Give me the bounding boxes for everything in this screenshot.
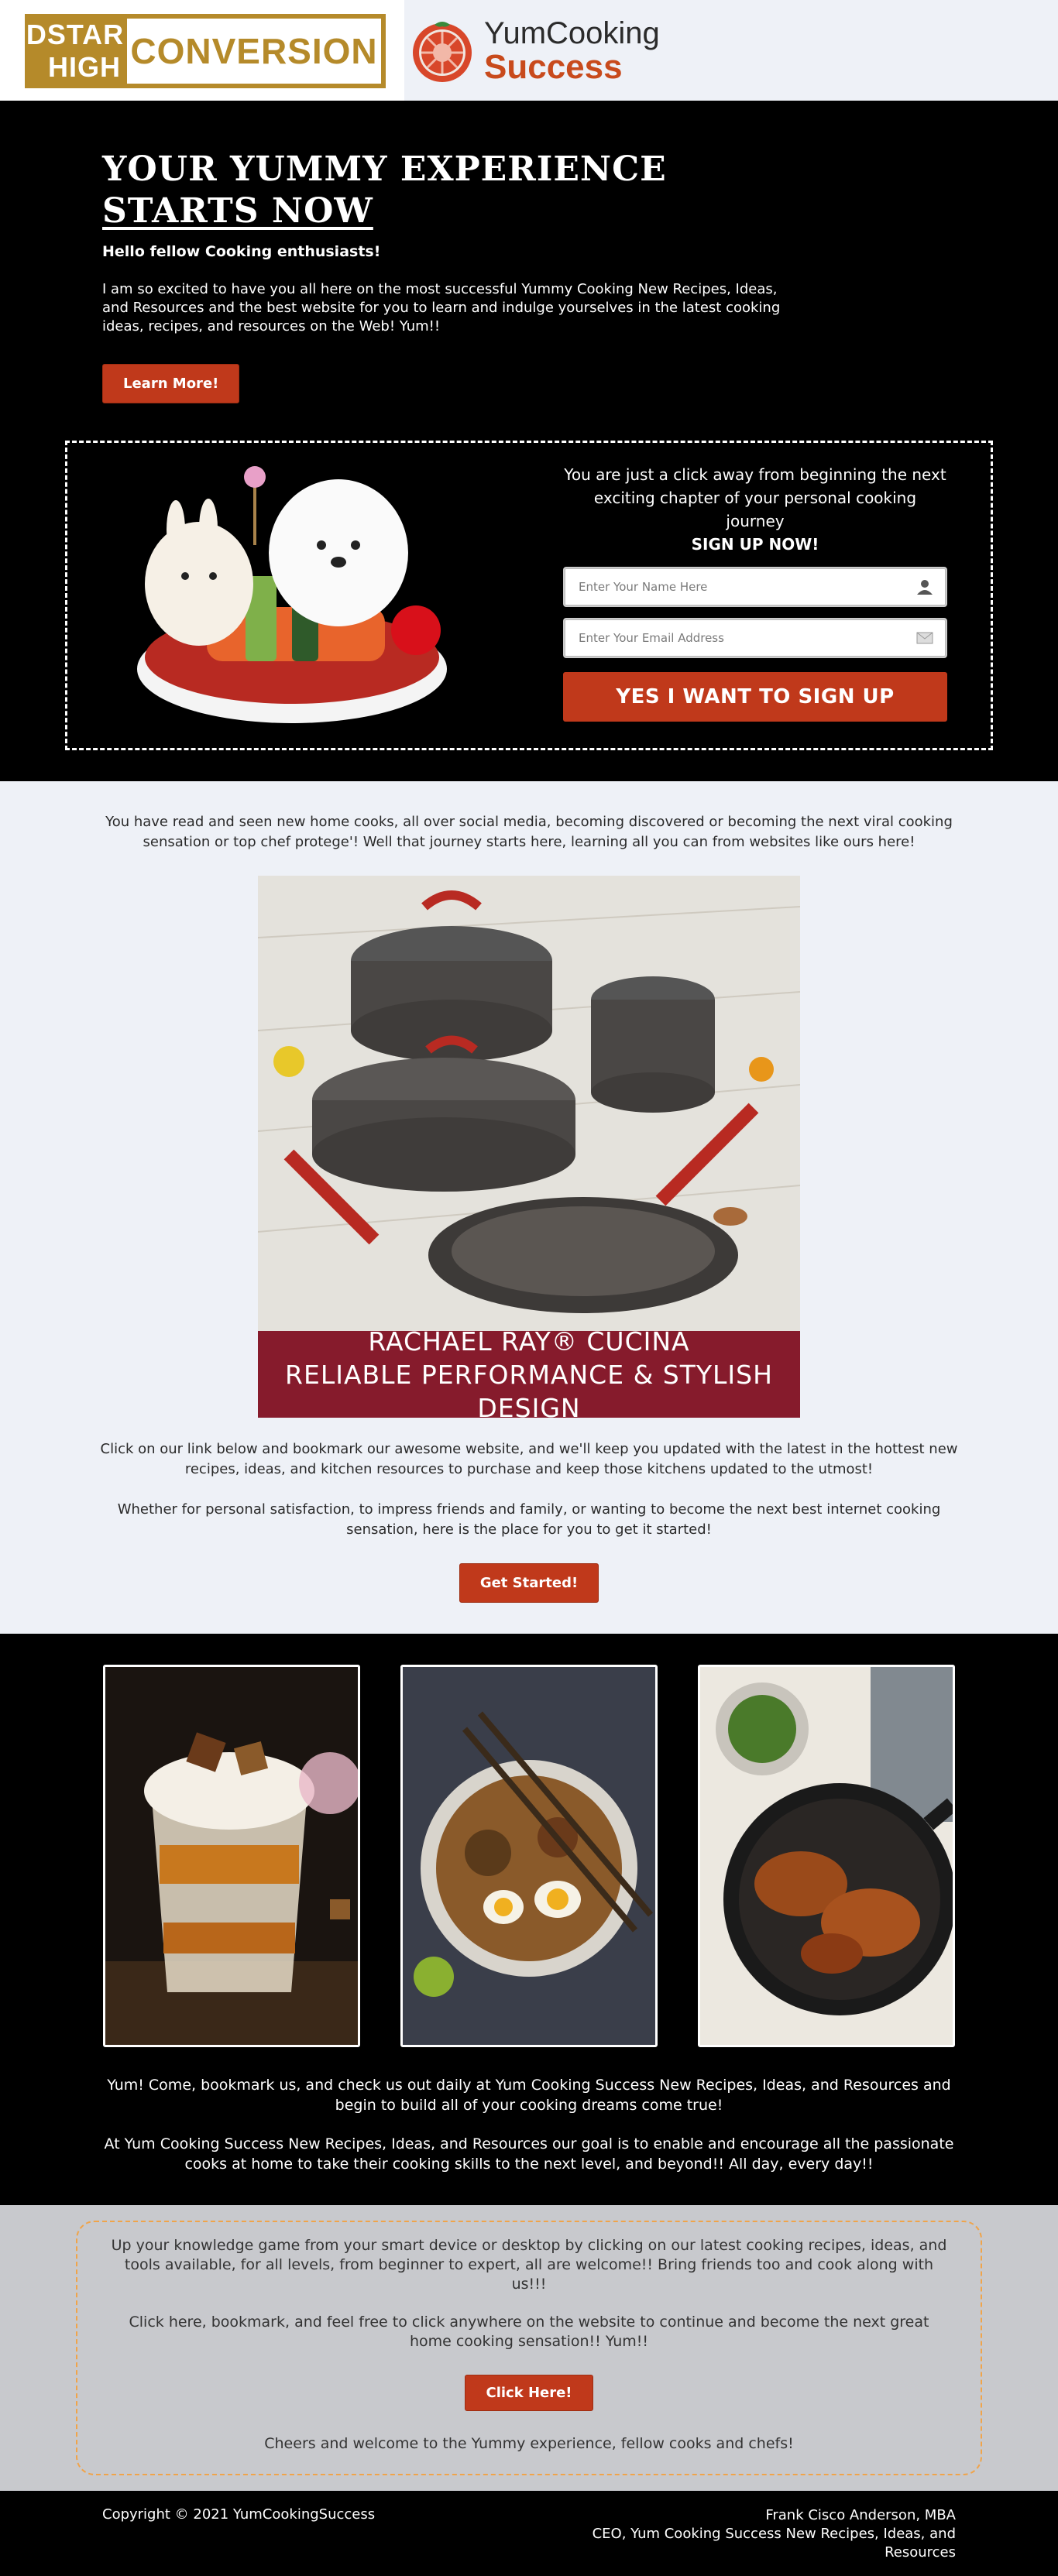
product-banner: RACHAEL RAY® CUCINA RELIABLE PERFORMANCE… [258,1326,800,1423]
yumcooking-logo[interactable]: YumCooking Success [408,17,660,85]
email-field-wrapper [563,618,947,658]
dstar-logo-word: CONVERSION [127,19,381,84]
signup-panel: You are just a click away from beginning… [65,441,993,750]
signup-submit-button[interactable]: YES I WANT TO SIGN UP [563,672,947,722]
brand-line2: Success [484,48,623,86]
user-icon [917,580,933,595]
signup-form: You are just a click away from beginning… [563,463,947,722]
site-header: DSTAR HIGH CONVERSION YumCooking Success [0,0,1058,105]
tomato-logo-icon [413,22,472,82]
site-footer: Copyright © 2021 YumCookingSuccess Frank… [0,2491,1058,2576]
dstar-logo-line1: DSTAR [26,19,125,50]
gallery-text-2: At Yum Cooking Success New Recipes, Idea… [104,2135,954,2173]
dessert-parfait-image [105,1667,358,2045]
hero-section: YOUR YUMMY EXPERIENCE STARTS NOW Hello f… [0,101,1058,781]
gallery-section: Yum! Come, bookmark us, and check us out… [0,1634,1058,2205]
get-started-button[interactable]: Get Started! [459,1563,599,1603]
bento-bowl-image [137,466,447,723]
brand-line1: YumCooking [484,16,660,50]
bottom-cta-panel: Up your knowledge game from your smart d… [76,2221,982,2475]
hero-greeting: Hello fellow Cooking enthusiasts! [102,243,381,260]
hero-title-line2: STARTS NOW [102,191,373,231]
author-signature: Frank Cisco Anderson, MBA CEO, Yum Cooki… [584,2506,956,2562]
hero-title: YOUR YUMMY EXPERIENCE STARTS NOW [102,149,784,232]
click-here-button[interactable]: Click Here! [465,2375,593,2411]
dstar-logo[interactable]: DSTAR HIGH CONVERSION [25,14,386,88]
food-gallery [0,1665,1058,2047]
closing-text: Cheers and welcome to the Yummy experien… [264,2435,794,2452]
gallery-card-ramen[interactable] [400,1665,658,2047]
learn-more-button[interactable]: Learn More! [102,364,240,403]
intro-section: You have read and seen new home cooks, a… [0,781,1058,1634]
signup-message: You are just a click away from beginning… [564,465,946,530]
name-field-wrapper [563,567,947,607]
mail-icon [916,632,933,644]
dstar-logo-line2: HIGH [48,51,121,83]
email-input[interactable] [565,619,946,657]
bookmark-text: Click on our link below and bookmark our… [100,1441,958,1477]
intro-text: You have read and seen new home cooks, a… [105,814,953,850]
banner-line2: RELIABLE PERFORMANCE & STYLISH DESIGN [285,1359,773,1423]
cookware-product-image[interactable]: RACHAEL RAY® CUCINA RELIABLE PERFORMANCE… [258,876,800,1423]
banner-line1: RACHAEL RAY® CUCINA [368,1326,690,1357]
copyright-text: Copyright © 2021 YumCookingSuccess [102,2506,376,2523]
bottom-cta-section: Up your knowledge game from your smart d… [0,2205,1058,2491]
signup-emphasis: SIGN UP NOW! [691,535,819,554]
name-input[interactable] [565,568,946,605]
cookware-photo [258,876,800,1331]
author-name: Frank Cisco Anderson, MBA [765,2507,956,2523]
author-title: CEO, Yum Cooking Success New Recipes, Id… [592,2526,956,2561]
bottom-text-2: Click here, bookmark, and feel free to c… [129,2314,929,2350]
hero-body-text: I am so excited to have you all here on … [102,281,781,334]
hero-title-line1: YOUR YUMMY EXPERIENCE [102,149,667,189]
ramen-bowl-image [403,1667,655,2045]
roast-chicken-image [700,1667,953,2045]
motivation-text: Whether for personal satisfaction, to im… [117,1501,941,1538]
bottom-text-1: Up your knowledge game from your smart d… [111,2237,947,2293]
gallery-text-1: Yum! Come, bookmark us, and check us out… [107,2077,951,2114]
gallery-card-dessert[interactable] [103,1665,360,2047]
gallery-card-chicken[interactable] [698,1665,955,2047]
